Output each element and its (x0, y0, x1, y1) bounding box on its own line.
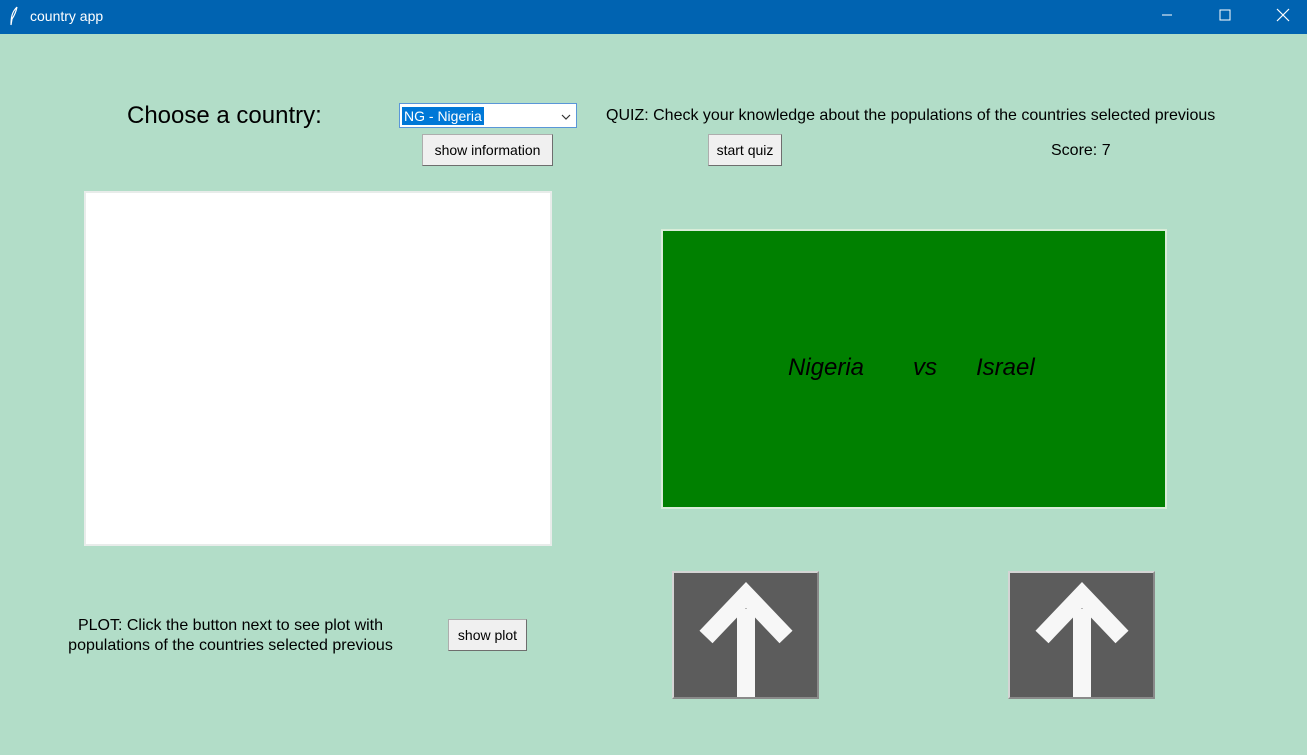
minimize-button[interactable] (1138, 0, 1196, 34)
window-title: country app (30, 8, 104, 24)
plot-description-line-1: PLOT: Click the button next to see plot … (77, 617, 384, 634)
feather-icon (8, 6, 20, 31)
quiz-country-b: Israel (976, 354, 1035, 381)
start-quiz-button[interactable]: start quiz (708, 134, 782, 166)
title-bar: country app (0, 0, 1307, 34)
minimize-icon (1161, 8, 1173, 26)
quiz-description: QUIZ: Check your knowledge about the pop… (606, 107, 1216, 124)
choose-country-a-button[interactable] (672, 571, 819, 699)
quiz-panel: Nigeria vs Israel (661, 229, 1167, 509)
country-combobox[interactable]: NG - Nigeria (399, 103, 577, 128)
quiz-country-a: Nigeria (788, 354, 865, 381)
plot-description-line-2: populations of the countries selected pr… (68, 637, 393, 654)
choose-country-label: Choose a country: (127, 102, 322, 129)
maximize-button[interactable] (1196, 0, 1254, 34)
close-icon (1276, 8, 1290, 27)
plot-description: PLOT: Click the button next to see plot … (58, 616, 403, 656)
show-plot-button[interactable]: show plot (448, 619, 527, 651)
show-information-button[interactable]: show information (422, 134, 553, 166)
country-info-box (84, 191, 552, 546)
chevron-down-icon[interactable] (560, 110, 572, 122)
score-label: Score: 7 (1051, 142, 1111, 159)
country-combobox-value: NG - Nigeria (402, 107, 484, 125)
quiz-vs-label: vs (913, 354, 937, 381)
choose-country-b-button[interactable] (1008, 571, 1155, 699)
close-button[interactable] (1254, 0, 1307, 34)
maximize-icon (1219, 8, 1231, 26)
